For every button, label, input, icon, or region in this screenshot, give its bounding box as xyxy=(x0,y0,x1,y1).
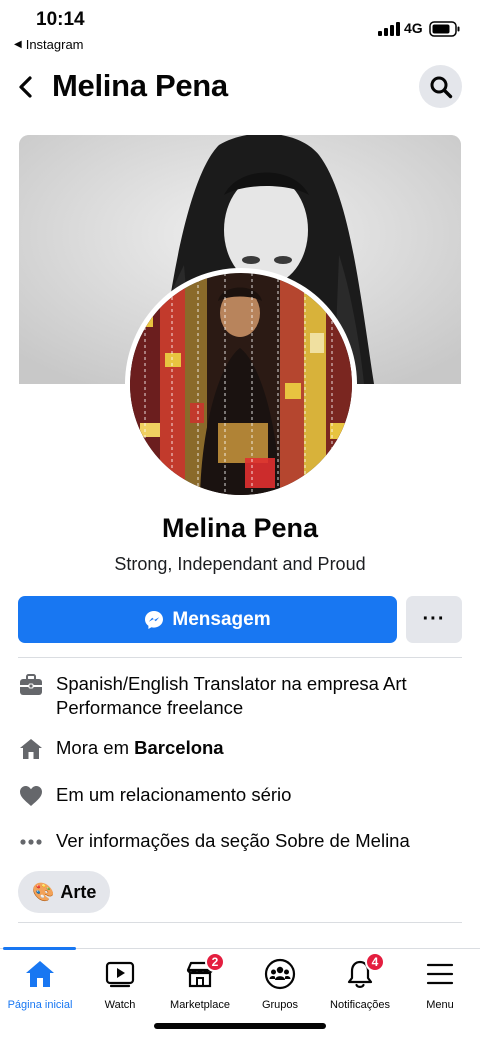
ellipsis-icon xyxy=(18,829,44,855)
watch-icon xyxy=(103,957,137,991)
profile-name: Melina Pena xyxy=(161,513,319,543)
tab-menu-label: Menu xyxy=(426,999,454,1011)
house-icon xyxy=(18,736,44,762)
active-tab-indicator xyxy=(3,947,76,950)
tab-watch-label: Watch xyxy=(104,999,136,1011)
profile-header: Melina Pena xyxy=(0,62,480,114)
more-dots-icon: ··· xyxy=(422,608,446,630)
marketplace-badge: 2 xyxy=(205,952,225,972)
lives-city[interactable]: Barcelona xyxy=(134,737,223,758)
clock: 10:14 xyxy=(36,9,85,30)
tab-groups[interactable]: Grupos xyxy=(240,957,320,1011)
interest-chip-label: Arte xyxy=(60,881,97,902)
lives-prefix: Mora em xyxy=(56,737,135,758)
info-lives-text: Mora em Barcelona xyxy=(56,736,224,760)
info-lives-row: Mora em Barcelona xyxy=(18,736,462,762)
message-button-label: Mensagem xyxy=(172,608,271,630)
back-triangle-icon: ◀ xyxy=(14,39,22,50)
chevron-left-icon xyxy=(19,76,32,98)
notifications-badge: 4 xyxy=(365,952,385,972)
profile-bio: Strong, Independant and Proud xyxy=(114,554,366,574)
messenger-icon xyxy=(145,610,164,629)
heart-icon xyxy=(18,783,44,809)
groups-icon xyxy=(263,957,297,991)
divider xyxy=(18,922,462,923)
tab-watch[interactable]: Watch xyxy=(80,957,160,1011)
more-options-button[interactable]: ··· xyxy=(406,596,462,643)
info-relationship-text: Em um relacionamento sério xyxy=(56,784,292,805)
signal-icon xyxy=(378,22,400,36)
network-type: 4G xyxy=(404,20,423,36)
search-button[interactable] xyxy=(419,65,462,108)
menu-icon xyxy=(423,957,457,991)
tab-notifications-label: Notificações xyxy=(330,999,390,1011)
bell-icon: 4 xyxy=(343,952,385,991)
info-see-about-row[interactable]: Ver informações da seção Sobre de Melina xyxy=(18,829,462,855)
info-relationship-row: Em um relacionamento sério xyxy=(18,783,462,809)
palette-icon: 🎨 xyxy=(32,881,55,902)
marketplace-icon: 2 xyxy=(183,952,225,991)
divider xyxy=(18,657,462,658)
message-button[interactable]: Mensagem xyxy=(18,596,397,643)
info-work-text: Spanish/English Translator na empresa Ar… xyxy=(56,673,407,718)
back-app-label: Instagram xyxy=(25,37,84,52)
page-title: Melina Pena xyxy=(52,68,228,103)
tab-groups-label: Grupos xyxy=(261,999,299,1011)
briefcase-icon xyxy=(18,672,44,698)
tab-marketplace-label: Marketplace xyxy=(170,999,230,1011)
tab-menu[interactable]: Menu xyxy=(400,957,480,1011)
interest-chip-arte[interactable]: 🎨 Arte xyxy=(18,871,111,913)
profile-avatar[interactable] xyxy=(125,268,357,500)
home-icon xyxy=(23,957,57,991)
tab-notifications[interactable]: 4 Notificações xyxy=(320,952,400,1011)
info-see-about-text: Ver informações da seção Sobre de Melina xyxy=(56,830,410,851)
tab-home[interactable]: Página inicial xyxy=(0,957,80,1011)
back-to-app-link[interactable]: ◀ Instagram xyxy=(14,37,84,52)
home-indicator xyxy=(154,1023,326,1029)
back-button[interactable] xyxy=(12,70,40,104)
status-bar: 10:14 ◀ Instagram 4G xyxy=(0,0,480,58)
search-icon xyxy=(430,76,452,98)
info-work-row: Spanish/English Translator na empresa Ar… xyxy=(18,672,462,720)
tab-marketplace[interactable]: 2 Marketplace xyxy=(160,952,240,1011)
tab-home-label: Página inicial xyxy=(7,999,73,1011)
battery-icon xyxy=(429,21,460,37)
